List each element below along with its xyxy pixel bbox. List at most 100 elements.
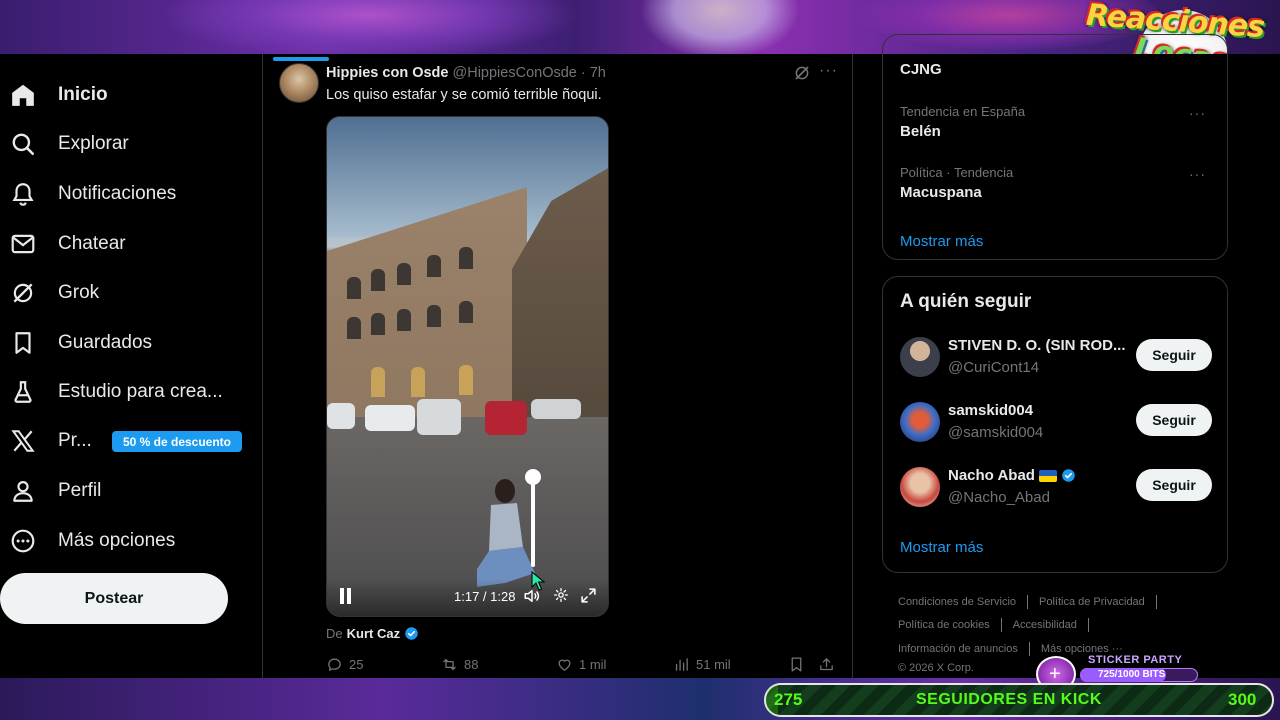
analytics-icon xyxy=(675,658,688,671)
follow-suggestion[interactable]: STIVEN D. O. (SIN ROD... @CuriCont14 Seg… xyxy=(900,337,1214,381)
nav-item-profile[interactable]: Perfil xyxy=(10,471,101,511)
bookmark-icon xyxy=(791,657,802,672)
who-to-follow-title: A quién seguir xyxy=(900,291,1032,312)
footer-separator xyxy=(1000,618,1002,632)
tweet-more-icon[interactable]: ··· xyxy=(819,62,841,82)
reply-button[interactable]: 25 xyxy=(326,656,363,673)
author-name[interactable]: Hippies con Osde xyxy=(326,65,448,81)
tweet-actions: 25 88 1 mil 51 mil xyxy=(326,656,838,676)
video-frame-car xyxy=(327,403,355,429)
banner-decoration xyxy=(640,0,800,54)
tweet-header: Hippies con Osde @HippiesConOsde · 7h xyxy=(326,65,606,81)
nav-item-notifications[interactable]: Notificaciones xyxy=(10,174,176,214)
footer-separator xyxy=(1027,595,1029,609)
follow-button[interactable]: Seguir xyxy=(1136,469,1212,501)
who-to-follow-card: A quién seguir STIVEN D. O. (SIN ROD... … xyxy=(882,276,1228,573)
ukraine-flag-icon xyxy=(1038,469,1057,482)
video-frame-car xyxy=(365,405,415,431)
grok-icon xyxy=(13,283,33,303)
suggestion-handle: @samskid004 xyxy=(948,424,1044,441)
suggestion-name: Nacho Abad xyxy=(948,467,1076,484)
trend-more-icon[interactable]: ··· xyxy=(1189,105,1206,121)
like-button[interactable]: 1 mil xyxy=(556,656,606,673)
trend-item[interactable]: Tendencia en España Belén xyxy=(900,104,1025,140)
bookmark-icon xyxy=(15,332,31,354)
author-avatar[interactable] xyxy=(279,63,319,103)
kick-goal-start: 275 xyxy=(774,690,803,709)
video-frame-window xyxy=(411,367,425,397)
suggestion-name-text: Nacho Abad xyxy=(948,467,1035,484)
trend-item[interactable]: CJNG xyxy=(900,57,942,78)
repost-button[interactable]: 88 xyxy=(441,656,478,673)
pause-icon[interactable] xyxy=(339,588,353,604)
trend-more-icon[interactable]: ··· xyxy=(1189,166,1206,182)
author-handle[interactable]: @HippiesConOsde xyxy=(453,65,577,81)
video-credit: De Kurt Caz xyxy=(326,626,419,641)
nav-item-explore[interactable]: Explorar xyxy=(10,124,129,164)
footer-link[interactable]: Información de anuncios xyxy=(898,643,1018,655)
avatar[interactable] xyxy=(900,402,940,442)
views-button[interactable]: 51 mil xyxy=(673,656,731,673)
suggestion-name-text: STIVEN D. O. (SIN ROD... xyxy=(948,337,1126,354)
nav-item-premium[interactable]: Pr... xyxy=(10,421,92,461)
video-frame-window xyxy=(397,309,411,331)
post-button[interactable]: Postear xyxy=(0,573,228,624)
share-button[interactable] xyxy=(818,656,835,673)
video-frame-window xyxy=(459,365,473,395)
gear-icon[interactable] xyxy=(553,587,569,603)
nav-item-grok[interactable]: Grok xyxy=(10,273,99,313)
suggestion-handle: @Nacho_Abad xyxy=(948,489,1050,506)
video-frame-car xyxy=(531,399,581,419)
footer-link[interactable]: Política de cookies xyxy=(898,619,990,631)
video-player[interactable]: 1:17 / 1:28 xyxy=(326,116,609,617)
footer-link[interactable]: Política de Privacidad xyxy=(1039,596,1145,608)
footer-separator xyxy=(1087,618,1089,632)
grok-icon[interactable] xyxy=(793,64,811,82)
tab-indicator xyxy=(273,57,329,61)
video-frame-car xyxy=(417,399,461,435)
nav-item-bookmarks[interactable]: Guardados xyxy=(10,323,152,363)
trend-meta: Política · Tendencia xyxy=(900,165,1014,180)
tweet-age[interactable]: · 7h xyxy=(581,65,606,81)
trend-meta: Tendencia en España xyxy=(900,104,1026,119)
timeline-column: Hippies con Osde @HippiesConOsde · 7h ··… xyxy=(262,54,853,678)
kick-goal-target: 300 xyxy=(1228,690,1257,709)
nav-item-more-options[interactable]: Más opciones xyxy=(10,521,175,561)
credit-author[interactable]: Kurt Caz xyxy=(347,626,400,641)
premium-discount-badge[interactable]: 50 % de descuento xyxy=(112,431,242,452)
repost-icon xyxy=(443,658,456,671)
nav-label: Más opciones xyxy=(58,530,176,551)
nav-item-home[interactable]: Inicio xyxy=(10,75,108,115)
flask-icon xyxy=(14,381,32,403)
volume-slider-handle[interactable] xyxy=(525,469,541,485)
trend-item[interactable]: Política · Tendencia Macuspana xyxy=(900,165,1013,201)
footer-link[interactable]: Accesibilidad xyxy=(1013,619,1077,631)
follow-suggestion[interactable]: Nacho Abad @Nacho_Abad Seguir xyxy=(900,467,1214,511)
person-icon xyxy=(13,481,33,502)
left-sidebar: Inicio Explorar Notificaciones Chatear G… xyxy=(0,54,262,678)
nav-label: Inicio xyxy=(58,84,108,105)
video-frame-window xyxy=(347,317,361,339)
follow-suggestion[interactable]: samskid004 @samskid004 Seguir xyxy=(900,402,1214,446)
avatar[interactable] xyxy=(900,467,940,507)
fullscreen-icon[interactable] xyxy=(580,587,597,604)
bookmark-button[interactable] xyxy=(788,656,805,673)
follow-button[interactable]: Seguir xyxy=(1136,339,1212,371)
footer-separator xyxy=(1155,595,1157,609)
avatar[interactable] xyxy=(900,337,940,377)
mail-icon xyxy=(11,234,35,254)
nav-item-creator-studio[interactable]: Estudio para crea... xyxy=(10,372,223,412)
nav-label: Perfil xyxy=(58,480,102,501)
trends-show-more-link[interactable]: Mostrar más xyxy=(900,233,983,250)
suggestion-name: STIVEN D. O. (SIN ROD... xyxy=(948,337,1126,354)
video-frame-window xyxy=(459,301,473,323)
nav-item-chat[interactable]: Chatear xyxy=(10,224,126,264)
more-circle-icon xyxy=(11,529,35,553)
footer-link[interactable]: Condiciones de Servicio xyxy=(898,596,1016,608)
verified-badge-icon xyxy=(1062,469,1075,482)
trend-title: Belén xyxy=(900,123,941,140)
suggestion-handle: @CuriCont14 xyxy=(948,359,1040,376)
follow-show-more-link[interactable]: Mostrar más xyxy=(900,539,983,556)
right-sidebar: CJNG Tendencia en España Belén ··· Polít… xyxy=(853,34,1280,678)
follow-button[interactable]: Seguir xyxy=(1136,404,1212,436)
